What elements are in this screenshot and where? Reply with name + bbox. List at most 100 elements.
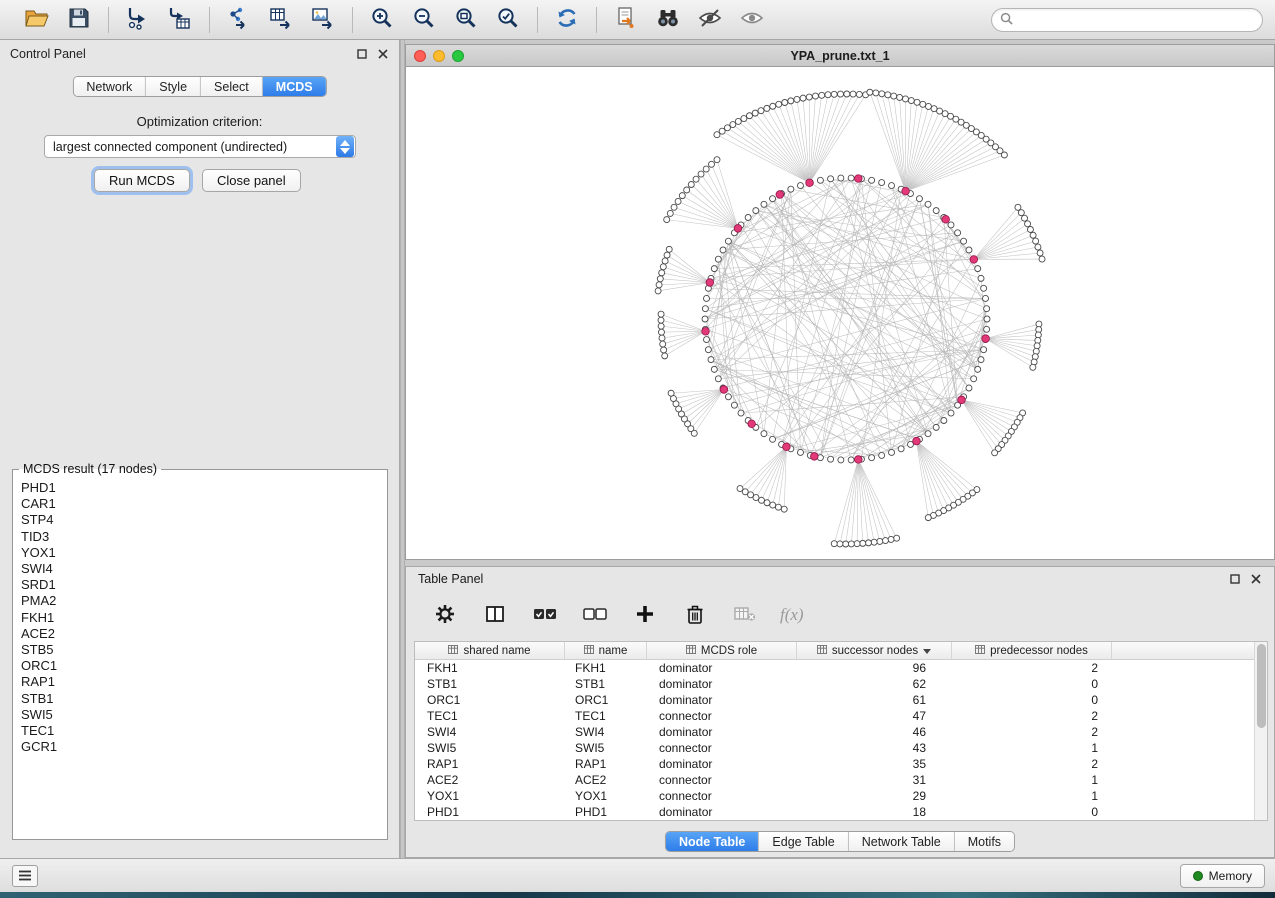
select-all-rows-button[interactable] bbox=[530, 600, 560, 630]
column-header-name[interactable]: name bbox=[565, 642, 647, 659]
column-header-MCDS-role[interactable]: MCDS role bbox=[647, 642, 797, 659]
mcds-result-item[interactable]: GCR1 bbox=[21, 739, 387, 755]
column-header-shared-name[interactable]: shared name bbox=[415, 642, 565, 659]
column-grid-icon bbox=[584, 645, 594, 657]
optimization-criterion-select[interactable]: largest connected component (undirected) bbox=[44, 135, 356, 158]
tab-mcds[interactable]: MCDS bbox=[263, 77, 326, 96]
mcds-result-item[interactable]: PMA2 bbox=[21, 593, 387, 609]
mcds-result-item[interactable]: STB1 bbox=[21, 691, 387, 707]
column-grid-icon bbox=[817, 645, 827, 657]
mcds-result-item[interactable]: STB5 bbox=[21, 642, 387, 658]
minimize-window-icon[interactable] bbox=[433, 50, 445, 62]
export-group bbox=[214, 5, 348, 35]
import-table-button[interactable] bbox=[165, 5, 195, 35]
table-cell: ORC1 bbox=[415, 692, 565, 708]
mcds-result-item[interactable]: SWI4 bbox=[21, 561, 387, 577]
column-grid-icon bbox=[975, 645, 985, 657]
show-all-button[interactable] bbox=[737, 5, 767, 35]
mcds-result-item[interactable]: PHD1 bbox=[21, 480, 387, 496]
close-window-icon[interactable] bbox=[414, 50, 426, 62]
export-network-button[interactable] bbox=[224, 5, 254, 35]
table-cell: dominator bbox=[647, 676, 797, 692]
table-panel-title: Table Panel bbox=[418, 572, 483, 586]
close-panel-button[interactable]: Close panel bbox=[202, 169, 301, 192]
show-columns-button[interactable] bbox=[480, 600, 510, 630]
save-session-button[interactable] bbox=[64, 5, 94, 35]
binoculars-icon bbox=[655, 6, 681, 33]
mcds-result-item[interactable]: SRD1 bbox=[21, 577, 387, 593]
mcds-result-item[interactable]: SWI5 bbox=[21, 707, 387, 723]
table-cell: 96 bbox=[797, 660, 952, 676]
table-tab-edge-table[interactable]: Edge Table bbox=[759, 832, 848, 851]
mcds-result-item[interactable]: CAR1 bbox=[21, 496, 387, 512]
mcds-result-item[interactable]: ACE2 bbox=[21, 626, 387, 642]
mcds-result-item[interactable]: RAP1 bbox=[21, 674, 387, 690]
tab-style[interactable]: Style bbox=[146, 77, 201, 96]
table-scrollbar[interactable] bbox=[1254, 642, 1267, 820]
export-image-button[interactable] bbox=[308, 5, 338, 35]
table-tab-network-table[interactable]: Network Table bbox=[849, 832, 955, 851]
refresh-arrows-icon bbox=[554, 5, 580, 34]
table-row[interactable]: ORC1ORC1dominator610 bbox=[415, 692, 1267, 708]
close-table-panel-icon[interactable] bbox=[1250, 573, 1262, 585]
table-row[interactable]: FKH1FKH1dominator962 bbox=[415, 660, 1267, 676]
table-row[interactable]: TEC1TEC1connector472 bbox=[415, 708, 1267, 724]
hamburger-icon bbox=[18, 869, 32, 884]
float-panel-icon[interactable] bbox=[356, 48, 368, 60]
column-header-successor-nodes[interactable]: successor nodes bbox=[797, 642, 952, 659]
search-input[interactable] bbox=[1019, 13, 1254, 27]
mcds-result-item[interactable]: STP4 bbox=[21, 512, 387, 528]
add-column-button[interactable] bbox=[630, 600, 660, 630]
column-header-predecessor-nodes[interactable]: predecessor nodes bbox=[952, 642, 1112, 659]
zoom-selected-button[interactable] bbox=[493, 5, 523, 35]
network-window-titlebar[interactable]: YPA_prune.txt_1 bbox=[406, 45, 1274, 67]
mcds-result-item[interactable]: FKH1 bbox=[21, 610, 387, 626]
refresh-group bbox=[542, 5, 592, 35]
apply-layout-button[interactable] bbox=[552, 5, 582, 35]
export-table-button[interactable] bbox=[266, 5, 296, 35]
export-table-icon bbox=[269, 6, 293, 33]
table-row[interactable]: SWI4SWI4dominator462 bbox=[415, 724, 1267, 740]
open-file-button[interactable] bbox=[22, 5, 52, 35]
hide-selected-button[interactable] bbox=[695, 5, 725, 35]
tab-network[interactable]: Network bbox=[73, 77, 146, 96]
table-row[interactable]: SWI5SWI5connector431 bbox=[415, 740, 1267, 756]
status-menu-button[interactable] bbox=[12, 865, 38, 887]
mcds-result-item[interactable]: ORC1 bbox=[21, 658, 387, 674]
table-delete-icon bbox=[733, 605, 757, 626]
table-tab-motifs[interactable]: Motifs bbox=[955, 832, 1014, 851]
tab-select[interactable]: Select bbox=[201, 77, 263, 96]
network-canvas[interactable] bbox=[406, 67, 1274, 559]
table-row[interactable]: YOX1YOX1connector291 bbox=[415, 788, 1267, 804]
zoom-in-button[interactable] bbox=[367, 5, 397, 35]
table-row[interactable]: STB1STB1dominator620 bbox=[415, 676, 1267, 692]
table-cell: FKH1 bbox=[565, 660, 647, 676]
mcds-result-item[interactable]: TID3 bbox=[21, 529, 387, 545]
zoom-out-button[interactable] bbox=[409, 5, 439, 35]
global-search bbox=[991, 8, 1263, 32]
find-button[interactable] bbox=[653, 5, 683, 35]
maximize-window-icon[interactable] bbox=[452, 50, 464, 62]
import-network-button[interactable] bbox=[123, 5, 153, 35]
delete-column-button[interactable] bbox=[680, 600, 710, 630]
table-cell: dominator bbox=[647, 756, 797, 772]
gear-icon bbox=[434, 603, 456, 628]
table-cell: 0 bbox=[952, 804, 1112, 820]
zoom-fit-button[interactable] bbox=[451, 5, 481, 35]
close-panel-icon[interactable] bbox=[377, 48, 389, 60]
import-table-icon bbox=[168, 6, 192, 33]
mcds-result-item[interactable]: TEC1 bbox=[21, 723, 387, 739]
run-mcds-button[interactable]: Run MCDS bbox=[94, 169, 190, 192]
table-scrollbar-thumb[interactable] bbox=[1257, 644, 1266, 728]
table-tab-node-table[interactable]: Node Table bbox=[666, 832, 759, 851]
table-row[interactable]: PHD1PHD1dominator180 bbox=[415, 804, 1267, 820]
copy-style-button[interactable] bbox=[611, 5, 641, 35]
table-row[interactable]: ACE2ACE2connector311 bbox=[415, 772, 1267, 788]
table-settings-button[interactable] bbox=[430, 600, 460, 630]
mcds-result-item[interactable]: YOX1 bbox=[21, 545, 387, 561]
table-row[interactable]: RAP1RAP1dominator352 bbox=[415, 756, 1267, 772]
deselect-all-rows-button[interactable] bbox=[580, 600, 610, 630]
memory-button[interactable]: Memory bbox=[1180, 864, 1265, 888]
column-grid-icon bbox=[686, 645, 696, 657]
float-table-panel-icon[interactable] bbox=[1229, 573, 1241, 585]
